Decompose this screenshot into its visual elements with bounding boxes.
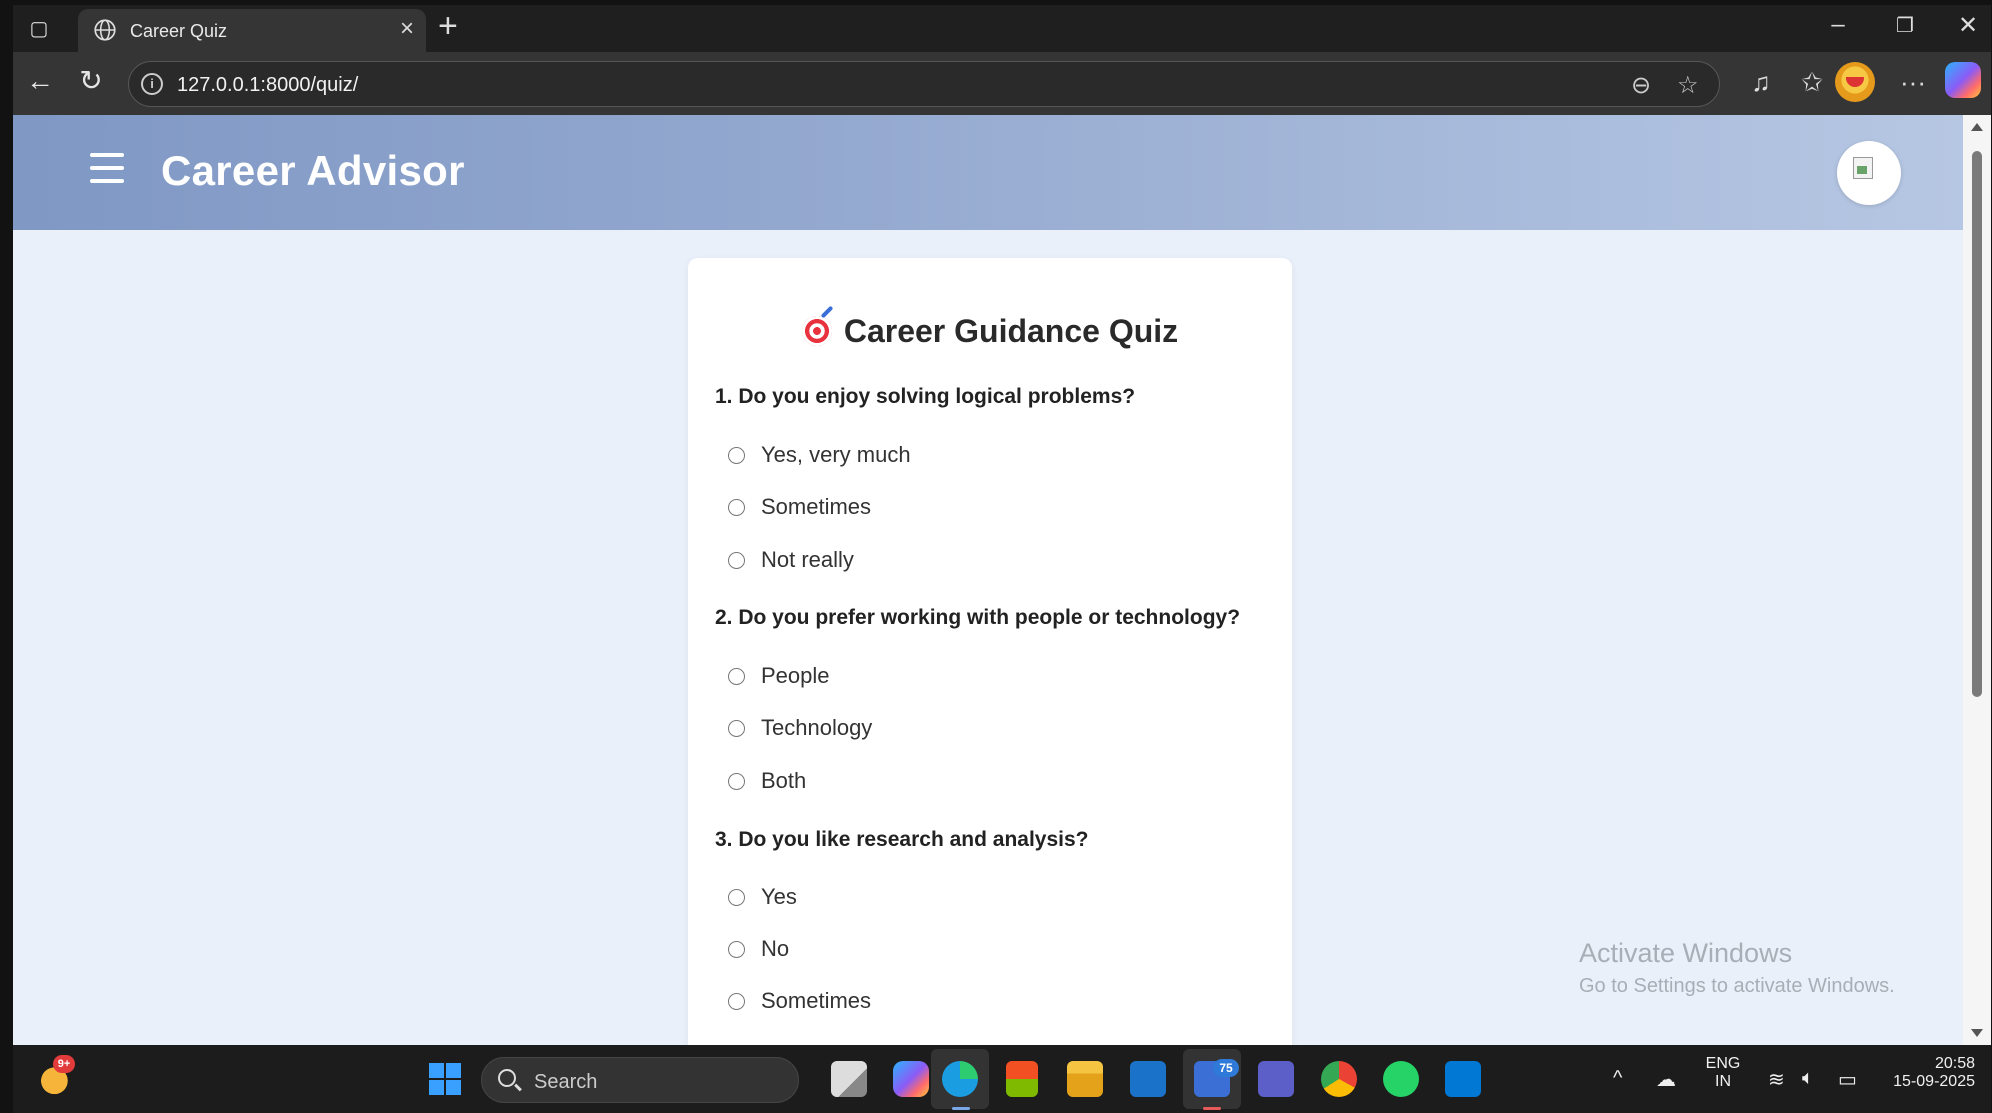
whatsapp-icon[interactable] [1383, 1061, 1419, 1097]
scroll-up-icon[interactable] [1971, 123, 1983, 131]
scroll-thumb[interactable] [1972, 151, 1982, 697]
radio-button[interactable] [728, 992, 745, 1010]
option-q3-1[interactable]: Yes [728, 882, 797, 912]
page-viewport: Career Advisor Career Guidance Quiz 1. D… [13, 115, 1963, 1045]
option-q3-2[interactable]: No [728, 934, 789, 964]
minimize-icon[interactable]: – [1823, 11, 1853, 39]
search-icon [498, 1069, 516, 1087]
teams-icon[interactable] [1258, 1061, 1294, 1097]
radio-button[interactable] [728, 940, 745, 958]
scroll-down-icon[interactable] [1971, 1029, 1983, 1037]
outlook-badge: 75 [1213, 1059, 1239, 1077]
page-scrollbar[interactable] [1963, 115, 1991, 1045]
address-bar[interactable]: i 127.0.0.1:8000/quiz/ ⊖ ☆ [128, 61, 1720, 107]
edge-browser-icon[interactable] [942, 1061, 978, 1097]
back-icon[interactable]: ← [22, 66, 58, 96]
windows-taskbar: 9+ Search 75 ^ ☁ ENG IN ≋ 🔈︎ ▭ 20:58 15-… [13, 1045, 1991, 1113]
read-aloud-icon[interactable]: ♫ [1743, 67, 1779, 98]
radio-button[interactable] [728, 888, 745, 906]
browser-tab-bar: ▢ Career Quiz × + – ❐ ✕ [13, 5, 1991, 52]
question-1: 1. Do you enjoy solving logical problems… [715, 385, 1136, 408]
battery-icon[interactable]: ▭ [1838, 1067, 1857, 1092]
activation-watermark-title: Activate Windows [1579, 938, 1793, 968]
globe-icon [94, 19, 116, 41]
start-button-icon[interactable] [427, 1061, 463, 1097]
favorite-star-icon[interactable]: ☆ [1677, 71, 1699, 100]
store-icon[interactable] [1006, 1061, 1038, 1097]
favorites-icon[interactable]: ✩ [1794, 67, 1830, 98]
window-close-icon[interactable]: ✕ [1953, 11, 1983, 40]
tab-title: Career Quiz [130, 21, 228, 41]
close-tab-icon[interactable]: × [400, 15, 414, 43]
option-q1-2[interactable]: Sometimes [728, 492, 871, 522]
question-3: 3. Do you like research and analysis? [715, 828, 1089, 851]
option-q2-1[interactable]: People [728, 661, 830, 691]
zoom-out-icon[interactable]: ⊖ [1631, 71, 1651, 100]
wifi-icon[interactable]: ≋ [1768, 1067, 1785, 1092]
clock[interactable]: 20:58 15-09-2025 [1875, 1055, 1975, 1091]
new-tab-button[interactable]: + [438, 7, 458, 46]
outlook-icon[interactable] [1130, 1061, 1166, 1097]
browser-toolbar: ← ↻ i 127.0.0.1:8000/quiz/ ⊖ ☆ ♫ ✩ ··· [13, 52, 1991, 115]
task-view-icon[interactable] [831, 1061, 867, 1097]
option-q3-3[interactable]: Sometimes [728, 986, 871, 1016]
outlook-running-indicator [1203, 1107, 1221, 1110]
weather-badge: 9+ [53, 1055, 75, 1073]
option-q1-1[interactable]: Yes, very much [728, 440, 911, 470]
browser-tab[interactable]: Career Quiz × [78, 9, 426, 52]
question-2: 2. Do you prefer working with people or … [715, 606, 1241, 629]
more-menu-icon[interactable]: ··· [1895, 67, 1931, 98]
file-explorer-icon[interactable] [1067, 1061, 1103, 1097]
edge-running-indicator [952, 1107, 970, 1110]
copilot-icon[interactable] [1945, 62, 1981, 98]
profile-avatar[interactable] [1835, 62, 1875, 102]
screen: ▢ Career Quiz × + – ❐ ✕ ← ↻ i 127.0.0.1:… [13, 5, 1991, 1113]
tab-actions-icon[interactable]: ▢ [25, 15, 53, 43]
radio-button[interactable] [728, 446, 745, 464]
activation-watermark-subtitle: Go to Settings to activate Windows. [1579, 975, 1895, 997]
user-avatar-button[interactable] [1837, 141, 1901, 205]
onedrive-icon[interactable]: ☁ [1656, 1067, 1676, 1092]
broken-image-icon [1853, 157, 1873, 179]
radio-button[interactable] [728, 667, 745, 685]
reload-icon[interactable]: ↻ [73, 66, 109, 96]
option-q1-3[interactable]: Not really [728, 545, 854, 575]
option-q2-2[interactable]: Technology [728, 713, 872, 743]
brand-title: Career Advisor [161, 147, 465, 194]
radio-button[interactable] [728, 719, 745, 737]
vscode-icon[interactable] [1445, 1061, 1481, 1097]
radio-button[interactable] [728, 551, 745, 569]
show-hidden-icons[interactable]: ^ [1613, 1067, 1622, 1090]
quiz-card: Career Guidance Quiz 1. Do you enjoy sol… [688, 258, 1292, 1045]
hamburger-menu-icon[interactable] [90, 153, 124, 183]
radio-button[interactable] [728, 498, 745, 516]
app-header: Career Advisor [13, 115, 1963, 230]
language-indicator[interactable]: ENG IN [1693, 1055, 1753, 1091]
restore-icon[interactable]: ❐ [1890, 13, 1920, 38]
search-label: Search [534, 1071, 598, 1093]
volume-icon[interactable]: 🔈︎ [1802, 1067, 1814, 1090]
chrome-icon[interactable] [1321, 1061, 1357, 1097]
option-q2-3[interactable]: Both [728, 766, 806, 796]
quiz-title: Career Guidance Quiz [688, 313, 1292, 350]
site-info-icon[interactable]: i [141, 73, 163, 95]
radio-button[interactable] [728, 772, 745, 790]
taskbar-search[interactable]: Search [481, 1057, 799, 1103]
copilot-taskbar-icon[interactable] [893, 1061, 929, 1097]
target-icon [801, 316, 832, 346]
url-text: 127.0.0.1:8000/quiz/ [177, 74, 359, 96]
